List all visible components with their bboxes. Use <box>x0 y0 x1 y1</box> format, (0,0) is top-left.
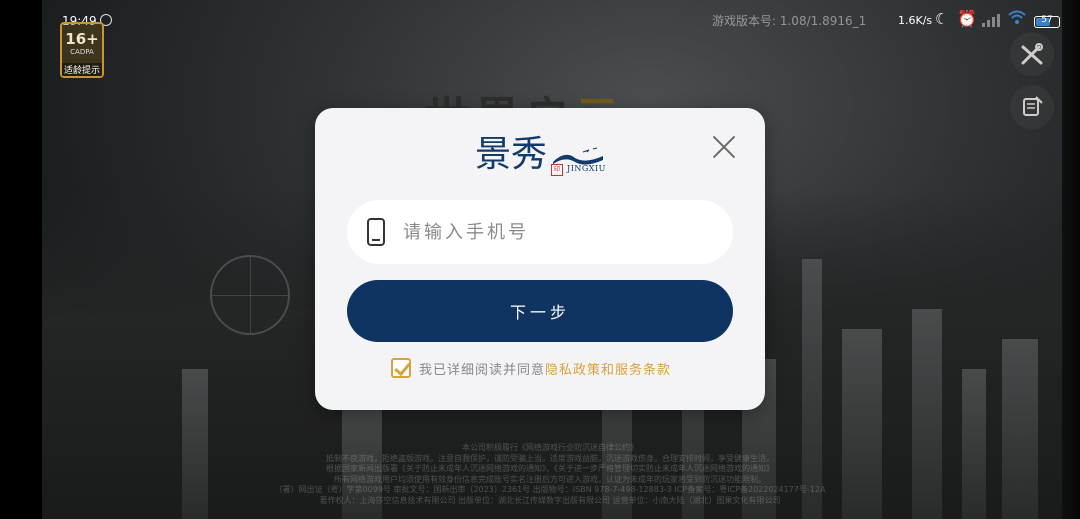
legal-notice: 本公司积极履行《网络游戏行业防沉迷自律公约》 抵制不良游戏，拒绝盗版游戏。注意自… <box>274 443 826 505</box>
phone-input[interactable] <box>403 221 703 243</box>
battery-level: 57 <box>1041 15 1053 25</box>
tools-icon <box>1021 43 1043 65</box>
next-step-button[interactable]: 下一步 <box>347 280 733 342</box>
close-button[interactable] <box>711 134 737 160</box>
age-rating-badge[interactable]: 16+ CADPA 适龄提示 <box>60 22 104 78</box>
scroll-button[interactable] <box>1010 85 1054 129</box>
phone-icon <box>367 218 385 246</box>
login-dialog: 景秀 印 JINGXIU 下一步 我已详细阅读并同意 隐私政策和服务条款 <box>315 108 765 410</box>
wifi-icon <box>1008 10 1026 30</box>
agree-checkbox[interactable] <box>391 358 411 378</box>
network-speed: 1.6K/s <box>898 14 933 27</box>
status-bar: 19:49 游戏版本号: 1.08/1.8916_1 1.6K/s ☾ ⏰ 57 <box>0 8 1080 36</box>
agree-text: 我已详细阅读并同意 <box>419 362 546 378</box>
moon-icon: ☾ <box>935 10 949 28</box>
privacy-terms-link[interactable]: 隐私政策和服务条款 <box>545 359 671 378</box>
jingxiu-logo: 景秀 印 JINGXIU <box>475 134 606 176</box>
mountain-wave-icon <box>553 147 603 165</box>
scroll-icon <box>1023 96 1043 116</box>
version-text: 游戏版本号: 1.08/1.8916_1 <box>712 14 867 28</box>
phone-field[interactable] <box>347 200 733 264</box>
agreement-row: 我已详细阅读并同意 隐私政策和服务条款 <box>391 358 671 378</box>
alarm-icon: ⏰ <box>957 9 977 28</box>
signal-icon <box>982 13 1002 27</box>
battery-icon: 57 <box>1034 15 1060 28</box>
tools-button[interactable] <box>1010 32 1054 76</box>
